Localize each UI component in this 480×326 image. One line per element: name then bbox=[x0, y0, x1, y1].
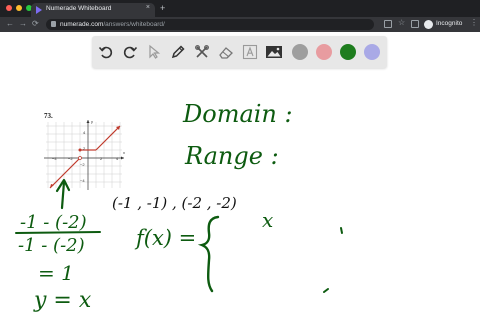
text-icon[interactable] bbox=[241, 43, 259, 61]
undo-icon[interactable] bbox=[97, 43, 115, 61]
function-text: f(x) = bbox=[136, 226, 197, 250]
bookmark-star-icon[interactable]: ☆ bbox=[398, 18, 405, 27]
url-text: numerade.com/answers/whiteboard/ bbox=[60, 21, 165, 28]
new-tab-button[interactable]: + bbox=[160, 3, 165, 13]
color-green-swatch[interactable] bbox=[340, 44, 356, 60]
browser-address-bar: ← → ⟳ numerade.com/answers/whiteboard/ ☆… bbox=[0, 17, 480, 32]
url-field[interactable]: numerade.com/answers/whiteboard/ bbox=[46, 19, 374, 30]
tab-close-icon[interactable]: × bbox=[146, 4, 150, 11]
share-icon[interactable] bbox=[384, 20, 392, 28]
url-path: /answers/whiteboard/ bbox=[103, 20, 165, 28]
whiteboard-canvas[interactable]: 73. −4 −2 2 4 4 2 −2 −4 x y Domain: Ran… bbox=[0, 70, 480, 326]
redo-icon[interactable] bbox=[121, 43, 139, 61]
tab-title: Numerade Whiteboard bbox=[46, 5, 112, 12]
image-icon[interactable] bbox=[265, 43, 283, 61]
minimize-window-button[interactable] bbox=[16, 5, 22, 11]
range-text: Range : bbox=[185, 142, 279, 170]
window-controls bbox=[6, 5, 32, 11]
tools-icon[interactable] bbox=[193, 43, 211, 61]
back-arrow-icon[interactable]: ← bbox=[6, 19, 14, 29]
extensions-icon[interactable] bbox=[411, 20, 419, 28]
forward-arrow-icon[interactable]: → bbox=[19, 19, 27, 29]
y-equals-x-text: y = x bbox=[34, 288, 92, 313]
reload-icon[interactable]: ⟳ bbox=[32, 19, 39, 29]
url-host: numerade.com bbox=[60, 20, 104, 28]
incognito-icon bbox=[424, 20, 433, 29]
select-icon[interactable] bbox=[145, 43, 163, 61]
fraction-denominator: -1 - (-2) bbox=[18, 235, 85, 256]
browser-menu-icon[interactable]: ⋮ bbox=[470, 18, 478, 27]
case-x-text: x bbox=[262, 208, 274, 232]
points-text: (-1 , -1) , (-2 , -2) bbox=[112, 194, 237, 212]
browser-tab[interactable]: Numerade Whiteboard × bbox=[31, 3, 155, 17]
pen-icon[interactable] bbox=[169, 43, 187, 61]
domain-text: Domain : bbox=[183, 100, 293, 128]
whiteboard-toolbar bbox=[92, 36, 387, 68]
color-pink-swatch[interactable] bbox=[316, 44, 332, 60]
fraction-numerator: -1 - (-2) bbox=[20, 212, 87, 233]
close-window-button[interactable] bbox=[6, 5, 12, 11]
numerade-favicon-icon bbox=[36, 6, 42, 14]
color-lavender-swatch[interactable] bbox=[364, 44, 380, 60]
lock-icon bbox=[51, 21, 56, 27]
incognito-label: Incognito bbox=[436, 20, 463, 27]
browser-tab-strip: Numerade Whiteboard × + bbox=[0, 0, 480, 17]
color-gray-swatch[interactable] bbox=[292, 44, 308, 60]
equals-one-text: = 1 bbox=[38, 261, 74, 285]
eraser-icon[interactable] bbox=[217, 43, 235, 61]
